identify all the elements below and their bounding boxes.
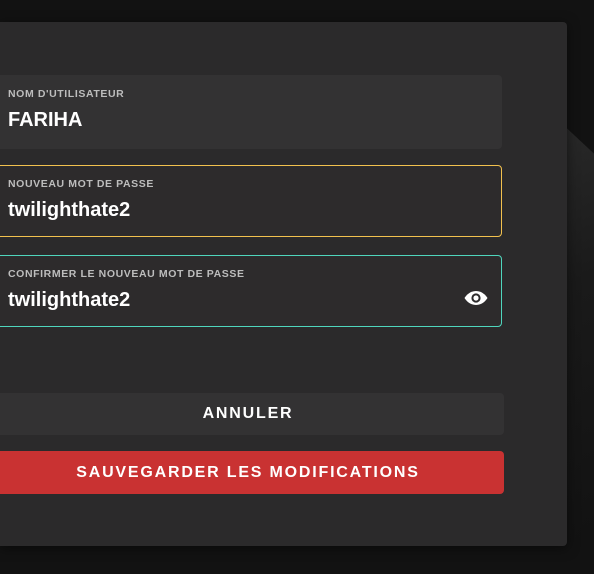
new-password-label: NOUVEAU MOT DE PASSE (8, 178, 154, 190)
new-password-input[interactable] (8, 199, 448, 222)
new-password-field[interactable]: NOUVEAU MOT DE PASSE (0, 165, 502, 237)
confirm-password-label: CONFIRMER LE NOUVEAU MOT DE PASSE (8, 268, 245, 280)
save-changes-button[interactable]: SAUVEGARDER LES MODIFICATIONS (0, 451, 504, 494)
edit-account-modal: NOM D'UTILISATEUR NOUVEAU MOT DE PASSE C… (0, 22, 567, 546)
confirm-password-input[interactable] (8, 289, 448, 312)
username-label: NOM D'UTILISATEUR (8, 88, 125, 100)
confirm-password-field[interactable]: CONFIRMER LE NOUVEAU MOT DE PASSE (0, 255, 502, 327)
username-input[interactable] (8, 109, 448, 132)
username-field[interactable]: NOM D'UTILISATEUR (0, 75, 502, 149)
cancel-button[interactable]: ANNULER (0, 393, 504, 435)
eye-icon[interactable] (463, 288, 489, 308)
